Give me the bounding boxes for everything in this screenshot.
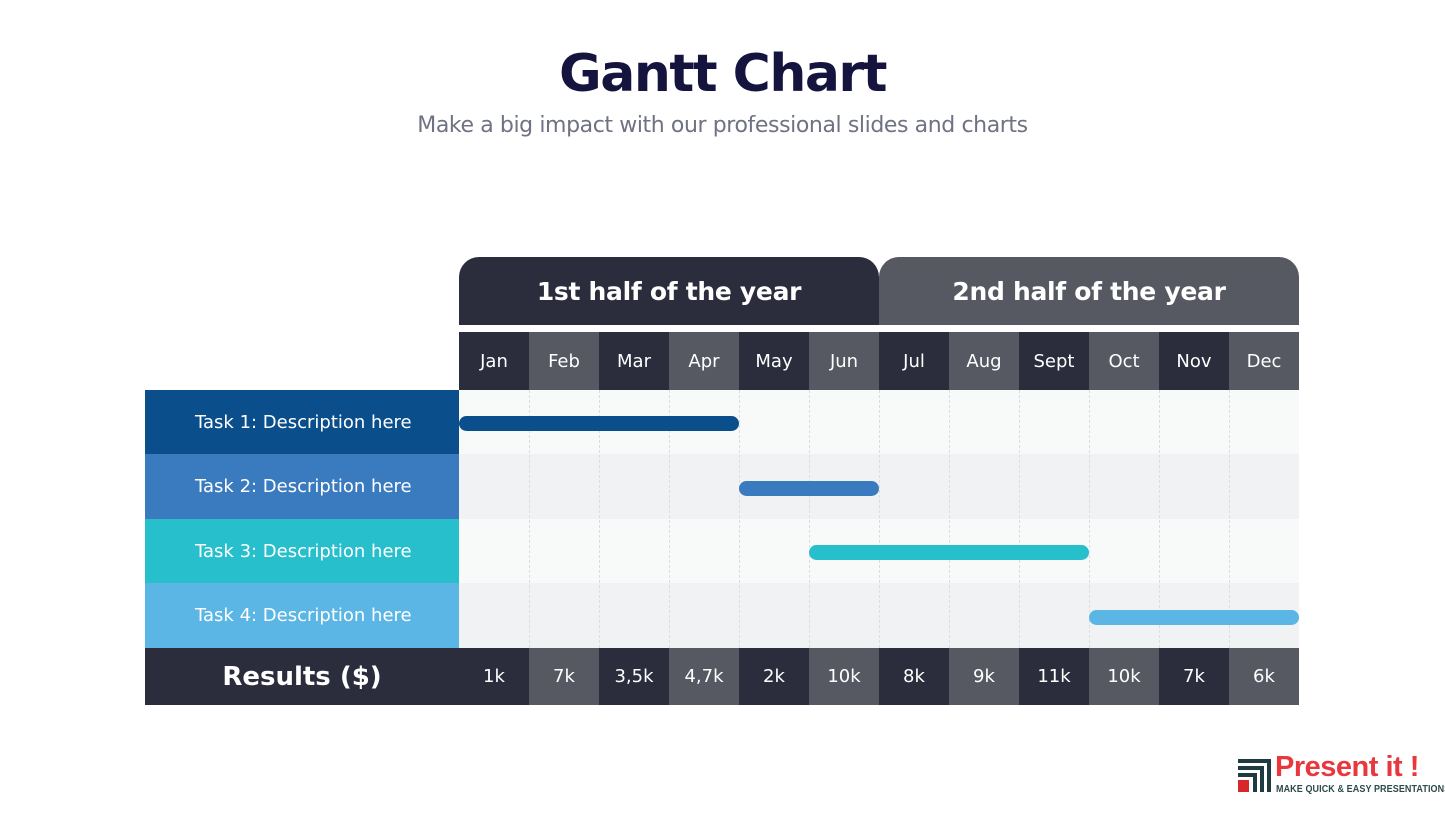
month-nov: Nov <box>1159 332 1229 390</box>
task-label-2: Task 2: Description here <box>145 454 459 519</box>
month-apr: Apr <box>669 332 739 390</box>
result-jan: 1k <box>459 648 529 705</box>
task-bar-1 <box>459 416 739 431</box>
result-apr: 4,7k <box>669 648 739 705</box>
task-label-1: Task 1: Description here <box>145 390 459 454</box>
task-bar-3 <box>809 545 1089 560</box>
period-header-second-half: 2nd half of the year <box>879 257 1299 325</box>
grid-line <box>1019 390 1020 648</box>
results-label: Results ($) <box>145 648 459 705</box>
month-jul: Jul <box>879 332 949 390</box>
grid-line <box>949 390 950 648</box>
grid-line <box>879 390 880 648</box>
result-jun: 10k <box>809 648 879 705</box>
month-jun: Jun <box>809 332 879 390</box>
task-label-3: Task 3: Description here <box>145 519 459 583</box>
grid-line <box>739 390 740 648</box>
logo-mark-icon <box>1238 759 1271 792</box>
grid-line <box>809 390 810 648</box>
page-title: Gantt Chart <box>559 44 887 104</box>
result-jul: 8k <box>879 648 949 705</box>
logo-name: Present it ! <box>1275 751 1419 783</box>
grid-line <box>1089 390 1090 648</box>
brand-logo: Present it ! MAKE QUICK & EASY PRESENTAT… <box>1238 751 1445 799</box>
logo-tagline: MAKE QUICK & EASY PRESENTATIONS <box>1276 784 1445 795</box>
task-label-4: Task 4: Description here <box>145 583 459 648</box>
month-dec: Dec <box>1229 332 1299 390</box>
result-aug: 9k <box>949 648 1019 705</box>
result-nov: 7k <box>1159 648 1229 705</box>
result-oct: 10k <box>1089 648 1159 705</box>
period-header-first-half: 1st half of the year <box>459 257 879 325</box>
month-feb: Feb <box>529 332 599 390</box>
month-mar: Mar <box>599 332 669 390</box>
result-feb: 7k <box>529 648 599 705</box>
month-oct: Oct <box>1089 332 1159 390</box>
result-sept: 11k <box>1019 648 1089 705</box>
task-bar-4 <box>1089 609 1299 625</box>
month-aug: Aug <box>949 332 1019 390</box>
month-jan: Jan <box>459 332 529 390</box>
result-dec: 6k <box>1229 648 1299 705</box>
month-sept: Sept <box>1019 332 1089 390</box>
result-mar: 3,5k <box>599 648 669 705</box>
page-subtitle: Make a big impact with our professional … <box>417 113 1028 138</box>
month-may: May <box>739 332 809 390</box>
task-bar-2 <box>739 480 879 496</box>
result-may: 2k <box>739 648 809 705</box>
